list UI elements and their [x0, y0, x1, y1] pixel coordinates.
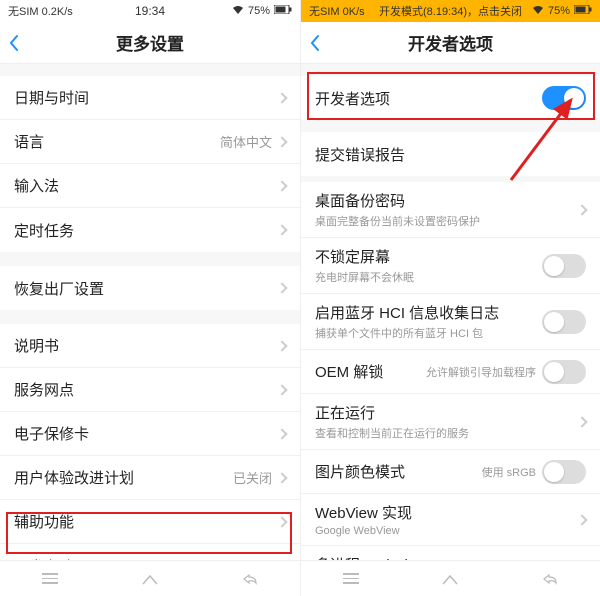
back-button[interactable]	[309, 22, 321, 64]
nav-back-icon[interactable]	[240, 569, 260, 589]
row-bt-hci[interactable]: 启用蓝牙 HCI 信息收集日志 捕获单个文件中的所有蓝牙 HCI 包	[301, 294, 600, 350]
nav-bar	[0, 560, 300, 596]
chevron-right-icon	[576, 204, 587, 215]
toggle-oem-unlock[interactable]	[542, 360, 586, 384]
chevron-right-icon	[276, 282, 287, 293]
chevron-right-icon	[576, 416, 587, 427]
settings-list: 日期与时间 语言 简体中文 输入法 定时任务 恢复出厂设置	[0, 64, 300, 560]
chevron-right-icon	[276, 472, 287, 483]
status-bar-devmode[interactable]: 无SIM 0K/s 开发模式(8.19:34)，点击关闭 75%	[301, 0, 600, 22]
nav-menu-icon[interactable]	[40, 569, 60, 589]
phone-left-more-settings: 无SIM 0.2K/s 19:34 75% 更多设置 日期与时间	[0, 0, 300, 596]
chevron-right-icon	[576, 514, 587, 525]
chevron-right-icon	[276, 224, 287, 235]
chevron-right-icon	[276, 428, 287, 439]
row-accessibility[interactable]: 辅助功能	[0, 500, 300, 544]
status-bar: 无SIM 0.2K/s 19:34 75%	[0, 0, 300, 22]
row-stay-awake[interactable]: 不锁定屏幕 充电时屏幕不会休眠	[301, 238, 600, 294]
row-ime[interactable]: 输入法	[0, 164, 300, 208]
phone-right-developer-options: 无SIM 0K/s 开发模式(8.19:34)，点击关闭 75% 开发者选项 开…	[300, 0, 600, 596]
toggle-color-mode[interactable]	[542, 460, 586, 484]
header-bar: 更多设置	[0, 22, 300, 64]
chevron-right-icon	[276, 340, 287, 351]
battery-icon	[274, 5, 292, 17]
row-webview-impl[interactable]: WebView 实现 Google WebView	[301, 494, 600, 546]
page-title: 开发者选项	[408, 30, 493, 55]
header-bar: 开发者选项	[301, 22, 600, 64]
chevron-right-icon	[276, 136, 287, 147]
wifi-icon	[232, 5, 244, 18]
devmode-banner: 开发模式(8.19:34)，点击关闭	[379, 3, 522, 19]
nav-menu-icon[interactable]	[341, 569, 361, 589]
back-button[interactable]	[8, 22, 20, 64]
chevron-right-icon	[276, 516, 287, 527]
chevron-right-icon	[276, 180, 287, 191]
battery-icon	[574, 5, 592, 17]
battery-percent: 75%	[548, 5, 570, 17]
row-factory-reset[interactable]: 恢复出厂设置	[0, 266, 300, 310]
row-backup-password[interactable]: 桌面备份密码 桌面完整备份当前未设置密码保护	[301, 182, 600, 238]
row-developer-options[interactable]: 开发者选项	[0, 544, 300, 560]
row-multiprocess-webview[interactable]: 多进程 WebView 单独运行 WebView 渲染程序	[301, 546, 600, 560]
status-time: 19:34	[135, 4, 165, 18]
chevron-right-icon	[276, 92, 287, 103]
row-running-services[interactable]: 正在运行 查看和控制当前正在运行的服务	[301, 394, 600, 450]
nav-back-icon[interactable]	[540, 569, 560, 589]
toggle-stay-awake[interactable]	[542, 254, 586, 278]
sim-status: 无SIM 0.2K/s	[8, 3, 73, 19]
wifi-icon	[532, 5, 544, 18]
row-timer[interactable]: 定时任务	[0, 208, 300, 252]
nav-home-icon[interactable]	[440, 569, 460, 589]
battery-percent: 75%	[248, 5, 270, 17]
row-bugreport[interactable]: 提交错误报告	[301, 132, 600, 176]
sim-status: 无SIM 0K/s	[309, 3, 365, 19]
chevron-right-icon	[276, 384, 287, 395]
row-service[interactable]: 服务网点	[0, 368, 300, 412]
toggle-bt-hci[interactable]	[542, 310, 586, 334]
row-language[interactable]: 语言 简体中文	[0, 120, 300, 164]
toggle-developer-options[interactable]	[542, 86, 586, 110]
row-oem-unlock[interactable]: OEM 解锁 允许解锁引导加载程序	[301, 350, 600, 394]
row-manual[interactable]: 说明书	[0, 324, 300, 368]
page-title: 更多设置	[116, 30, 184, 55]
row-warranty[interactable]: 电子保修卡	[0, 412, 300, 456]
row-developer-toggle[interactable]: 开发者选项	[301, 76, 600, 120]
nav-home-icon[interactable]	[140, 569, 160, 589]
row-ux-plan[interactable]: 用户体验改进计划 已关闭	[0, 456, 300, 500]
row-datetime[interactable]: 日期与时间	[0, 76, 300, 120]
row-color-mode[interactable]: 图片颜色模式 使用 sRGB	[301, 450, 600, 494]
nav-bar	[301, 560, 600, 596]
developer-list: 开发者选项 提交错误报告 桌面备份密码 桌面完整备份当前未设置密码保护	[301, 64, 600, 560]
